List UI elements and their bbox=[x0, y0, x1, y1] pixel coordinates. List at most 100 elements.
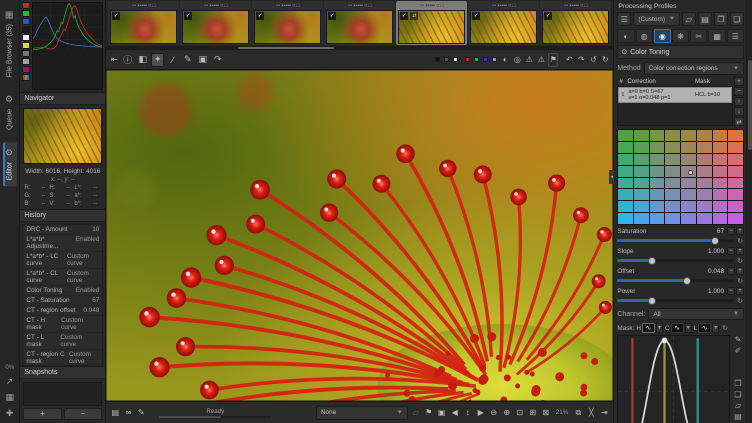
undo-icon[interactable]: ↶ bbox=[564, 53, 574, 67]
image-canvas[interactable] bbox=[106, 70, 613, 401]
previous-image-icon[interactable]: ◀ bbox=[450, 406, 460, 420]
curve-add-icon[interactable]: ➚ bbox=[6, 376, 14, 387]
navigator-thumbnail[interactable] bbox=[23, 108, 102, 164]
copy-curve-icon[interactable]: ❐ bbox=[734, 379, 741, 388]
rotate-right-icon[interactable]: ↻ bbox=[600, 53, 610, 67]
histogram-channel-toggle[interactable] bbox=[22, 66, 30, 73]
tab-file-browser[interactable]: File Browser (35) ▦ bbox=[3, 4, 17, 83]
history-row[interactable]: L*a*b* - LC curve Custom curve bbox=[23, 252, 102, 269]
color-grid-cell[interactable] bbox=[634, 178, 649, 189]
color-grid-cell[interactable] bbox=[728, 201, 743, 212]
mask-h-curve-toggle[interactable]: ∿ bbox=[642, 323, 655, 333]
color-label-icon[interactable]: ○ bbox=[436, 3, 439, 9]
history-row[interactable]: L*a*b* - CL curve Custom curve bbox=[23, 269, 102, 286]
color-grid-cell[interactable] bbox=[634, 142, 649, 153]
color-grid-cell[interactable] bbox=[650, 166, 665, 177]
color-grid-cell[interactable] bbox=[713, 189, 728, 200]
color-grid-cell[interactable] bbox=[713, 166, 728, 177]
color-grid-cell[interactable] bbox=[650, 189, 665, 200]
slider-decrement-button[interactable]: − bbox=[727, 227, 735, 235]
filmstrip-scrollbar[interactable] bbox=[106, 46, 613, 50]
slider-increment-button[interactable]: + bbox=[736, 267, 744, 275]
gamut-check-icon[interactable]: ◎ bbox=[512, 53, 522, 67]
right-panel-scrollbar[interactable] bbox=[746, 0, 752, 423]
thumbnail-image[interactable]: ✓ bbox=[254, 10, 321, 44]
before-after-icon[interactable]: ◧ bbox=[136, 53, 149, 67]
background-color-light-swatch[interactable] bbox=[453, 57, 458, 62]
color-grid-cell[interactable] bbox=[618, 213, 633, 224]
background-color-mid-swatch[interactable] bbox=[444, 57, 449, 62]
history-row[interactable]: CT - region offset 0.048 bbox=[23, 306, 102, 316]
slider-decrement-button[interactable]: − bbox=[727, 247, 735, 255]
color-grid-cell[interactable] bbox=[634, 166, 649, 177]
color-grid-cell[interactable] bbox=[713, 213, 728, 224]
slider-thumb[interactable] bbox=[683, 277, 691, 285]
straighten-tool-icon[interactable]: ∕ bbox=[166, 53, 179, 67]
move-region-down-button[interactable]: ↓ bbox=[734, 107, 744, 116]
color-grid-cell[interactable] bbox=[681, 201, 696, 212]
rank-stars[interactable]: ••••• bbox=[281, 3, 291, 9]
color-grid-cell[interactable] bbox=[650, 142, 665, 153]
rank-stars[interactable]: ••••• bbox=[569, 3, 579, 9]
color-label-icon[interactable]: ○ bbox=[508, 3, 511, 9]
histogram-channel-toggle[interactable] bbox=[22, 58, 30, 65]
right-panel-scrollbar-thumb[interactable] bbox=[748, 60, 752, 150]
channel-dropdown[interactable]: All ▼ bbox=[648, 308, 744, 320]
shadow-clipping-icon[interactable]: ⚠ bbox=[524, 53, 534, 67]
zoom-in-icon[interactable]: ⊕ bbox=[502, 406, 512, 420]
soft-proof-flag-icon[interactable]: ⚑ bbox=[424, 406, 434, 420]
grid-icon[interactable]: ▦ bbox=[5, 392, 14, 403]
color-grid-cell[interactable] bbox=[681, 189, 696, 200]
color-grid-cell[interactable] bbox=[697, 213, 712, 224]
color-grid-cell[interactable] bbox=[681, 142, 696, 153]
history-row[interactable]: Color Toning Enabled bbox=[23, 286, 102, 296]
trash-icon[interactable]: □ bbox=[512, 3, 515, 9]
color-label-icon[interactable]: ○ bbox=[580, 3, 583, 9]
link-icon[interactable]: ∾ bbox=[132, 3, 137, 9]
color-grid-cell[interactable] bbox=[665, 166, 680, 177]
color-grid-cell[interactable] bbox=[634, 201, 649, 212]
method-dropdown[interactable]: Color correction regions ▼ bbox=[644, 62, 744, 75]
slider-thumb[interactable] bbox=[648, 257, 656, 265]
detach-window-icon[interactable]: ⧉ bbox=[573, 406, 583, 420]
histogram-channel-toggle[interactable] bbox=[22, 42, 30, 49]
color-grid-cell[interactable] bbox=[728, 213, 743, 224]
external-editor-icon[interactable]: ✎ bbox=[136, 406, 146, 420]
filmstrip-thumbnail[interactable]: ∾ ••••• ○ □ ✓ bbox=[180, 1, 251, 45]
fullscreen-icon[interactable]: ╳ bbox=[586, 406, 596, 420]
history-row[interactable]: CT - H mask Custom curve bbox=[23, 316, 102, 333]
thumbnail-image[interactable]: ✓ bbox=[326, 10, 393, 44]
link-icon[interactable]: ∾ bbox=[564, 3, 569, 9]
load-curve-icon[interactable]: ▱ bbox=[735, 401, 741, 410]
trash-icon[interactable]: □ bbox=[440, 3, 443, 9]
preview-green-channel-swatch[interactable] bbox=[474, 57, 479, 62]
color-picker-visibility-icon[interactable]: ⚑ bbox=[548, 53, 558, 67]
slider-track[interactable] bbox=[617, 279, 734, 282]
history-row[interactable]: CT - Saturation 67 bbox=[23, 296, 102, 306]
color-grid-cell[interactable] bbox=[650, 201, 665, 212]
link-icon[interactable]: ∾ bbox=[204, 3, 209, 9]
histogram-channel-toggle[interactable] bbox=[22, 26, 30, 33]
color-picker-tool-icon[interactable]: ✎ bbox=[181, 53, 194, 67]
color-grid-cell[interactable] bbox=[681, 213, 696, 224]
color-grid-cell[interactable] bbox=[665, 178, 680, 189]
remove-region-button[interactable]: − bbox=[734, 87, 744, 96]
histogram-channel-toggle[interactable] bbox=[22, 74, 30, 81]
preview-luminosity-swatch[interactable] bbox=[492, 57, 497, 62]
color-grid-cell[interactable] bbox=[728, 130, 743, 141]
save-curve-icon[interactable]: ▤ bbox=[734, 412, 742, 421]
history-header[interactable]: History bbox=[20, 209, 105, 222]
thumbnail-image[interactable]: ✓ bbox=[470, 10, 537, 44]
zoom-out-icon[interactable]: ⊖ bbox=[489, 406, 499, 420]
color-grid-cell[interactable] bbox=[728, 189, 743, 200]
filmstrip-thumbnail[interactable]: ∾ ••••• ○ □ ✓ bbox=[108, 1, 179, 45]
slider-track[interactable] bbox=[617, 259, 734, 262]
color-grid-cell[interactable] bbox=[618, 166, 633, 177]
slider-reset-icon[interactable]: ↻ bbox=[736, 257, 744, 265]
profile-save-icon[interactable]: ▤ bbox=[698, 12, 712, 26]
color-grid-cell[interactable] bbox=[713, 178, 728, 189]
redo-icon[interactable]: ↷ bbox=[576, 53, 586, 67]
slider-increment-button[interactable]: + bbox=[736, 247, 744, 255]
save-image-icon[interactable]: ▤ bbox=[110, 406, 120, 420]
tab-raw-icon[interactable]: ▦ bbox=[708, 29, 725, 43]
